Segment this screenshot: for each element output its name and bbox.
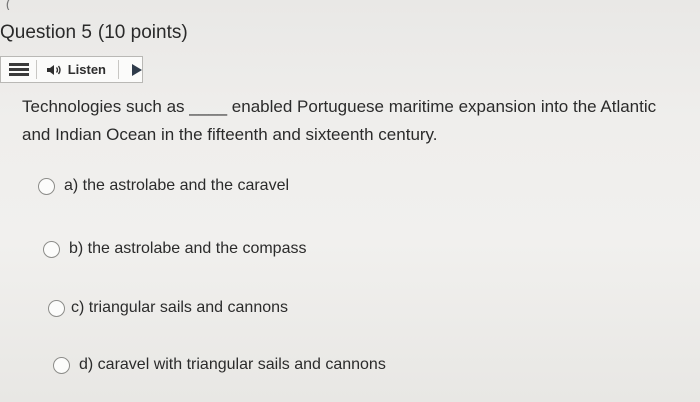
option-label: b) the astrolabe and the compass [69,240,307,257]
question-points: (10 points) [97,22,188,43]
menu-icon[interactable] [9,63,29,76]
question-title: Question 5 [0,22,92,43]
play-icon[interactable] [132,63,142,76]
radio-button[interactable] [48,299,65,317]
answer-option-c[interactable]: c) triangular sails and cannons [48,299,288,317]
readspeaker-toolbar: Listen [0,56,143,83]
top-mark: ( [6,0,11,10]
answer-option-b[interactable]: b) the astrolabe and the compass [43,240,306,258]
radio-button[interactable] [53,356,70,374]
answer-option-a[interactable]: a) the astrolabe and the caravel [38,177,289,195]
prompt-line-2: and Indian Ocean in the fifteenth and si… [22,125,438,144]
toolbar-divider [118,60,119,79]
question-prompt: Technologies such as ____ enabled Portug… [22,93,692,149]
answer-option-d[interactable]: d) caravel with triangular sails and can… [53,356,386,374]
toolbar-divider [35,60,37,79]
option-label: a) the astrolabe and the caravel [64,177,290,194]
listen-label: Listen [67,62,107,77]
prompt-line-1: Technologies such as ____ enabled Portug… [22,97,657,116]
listen-button[interactable]: Listen [46,57,106,82]
option-label: d) caravel with triangular sails and can… [79,356,386,373]
question-header: Question 5 (10 points) [0,22,188,44]
option-label: c) triangular sails and cannons [71,299,289,316]
speaker-icon [46,64,61,75]
radio-button[interactable] [43,240,60,258]
radio-button[interactable] [38,177,55,195]
